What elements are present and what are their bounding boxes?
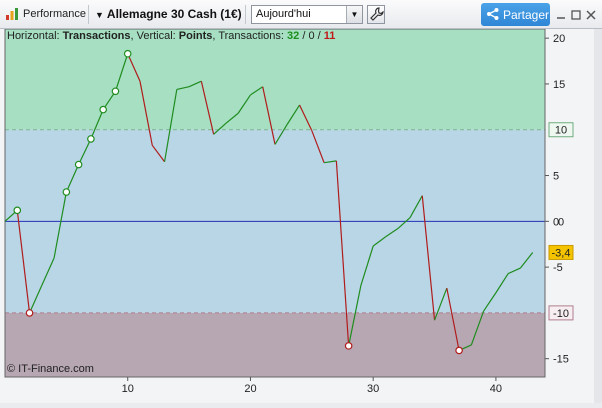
trade-marker[interactable] [25, 309, 34, 317]
window-title: Performance [23, 8, 86, 20]
trade-marker[interactable] [74, 160, 83, 169]
last-value-label: -3,4 [552, 247, 571, 259]
wrench-icon [370, 7, 384, 21]
legend-vertical-value: Points [178, 30, 213, 42]
trade-marker[interactable] [455, 346, 463, 355]
trade-marker[interactable] [62, 188, 71, 196]
chart-panel: 10 20 30 40 20 15 5 0 -5 -15 10 -10 0 -3,4 [0, 28, 602, 403]
share-button[interactable]: Partager [481, 3, 550, 26]
trade-marker[interactable] [123, 49, 132, 58]
x-tick-label: 10 [122, 383, 134, 395]
period-value: Aujourd'hui [256, 8, 311, 20]
x-tick-label: 30 [367, 383, 379, 395]
legend-horizontal-label: Horizontal: [7, 30, 63, 42]
trade-marker[interactable] [344, 342, 353, 350]
performance-chart-icon[interactable] [5, 7, 19, 21]
minimize-icon[interactable] [555, 8, 567, 20]
y-tick-label: 5 [553, 171, 559, 183]
y-tick-label: -5 [553, 262, 563, 274]
instrument-selector[interactable]: ▼ Allemagne 30 Cash (1€) [95, 7, 242, 21]
trade-marker[interactable] [87, 135, 95, 143]
share-icon [487, 8, 499, 20]
legend-wins: 32 [287, 30, 300, 42]
legend-vertical-label: , Vertical: [130, 30, 179, 42]
scroll-strip[interactable] [594, 29, 602, 403]
trade-marker[interactable] [13, 206, 22, 215]
settings-button[interactable] [367, 5, 385, 24]
chevron-down-icon[interactable]: ▼ [346, 6, 362, 23]
y-tick-label: 20 [553, 33, 565, 45]
legend-horizontal-value: Transactions [62, 30, 131, 42]
instrument-label: Allemagne 30 Cash (1€) [106, 7, 242, 21]
y-tick-label: 15 [553, 79, 565, 91]
y-tick-label: -15 [553, 354, 569, 366]
period-select[interactable]: Aujourd'hui ▼ [251, 5, 363, 24]
copyright: © IT-Finance.com [7, 363, 94, 375]
caret-down-icon: ▼ [95, 10, 104, 20]
trade-marker[interactable] [99, 105, 107, 114]
x-tick-label: 20 [244, 383, 256, 395]
zero-level-label: 0 [558, 216, 564, 228]
upper-level-label: 10 [555, 125, 567, 137]
maximize-icon[interactable] [570, 8, 582, 20]
legend-transactions-label: , Transactions: [212, 30, 288, 42]
toolbar: Performance ▼ Allemagne 30 Cash (1€) Aujo… [0, 0, 602, 29]
x-tick-label: 40 [490, 383, 502, 395]
toolbar-divider [245, 5, 246, 24]
close-icon[interactable] [585, 8, 597, 20]
trade-marker[interactable] [111, 87, 120, 96]
lower-level-label: -10 [553, 308, 569, 320]
legend-losses: 11 [323, 30, 336, 42]
toolbar-divider [88, 5, 89, 24]
legend-separator: / [314, 30, 324, 42]
chart-legend: Horizontal: Transactions, Vertical: Poin… [7, 30, 335, 42]
profit-zone [5, 29, 545, 130]
share-label: Partager [503, 8, 550, 22]
app-window: Performance ▼ Allemagne 30 Cash (1€) Aujo… [0, 0, 602, 403]
performance-chart[interactable]: 10 20 30 40201550-5-1510-100-3,4 [0, 28, 594, 403]
